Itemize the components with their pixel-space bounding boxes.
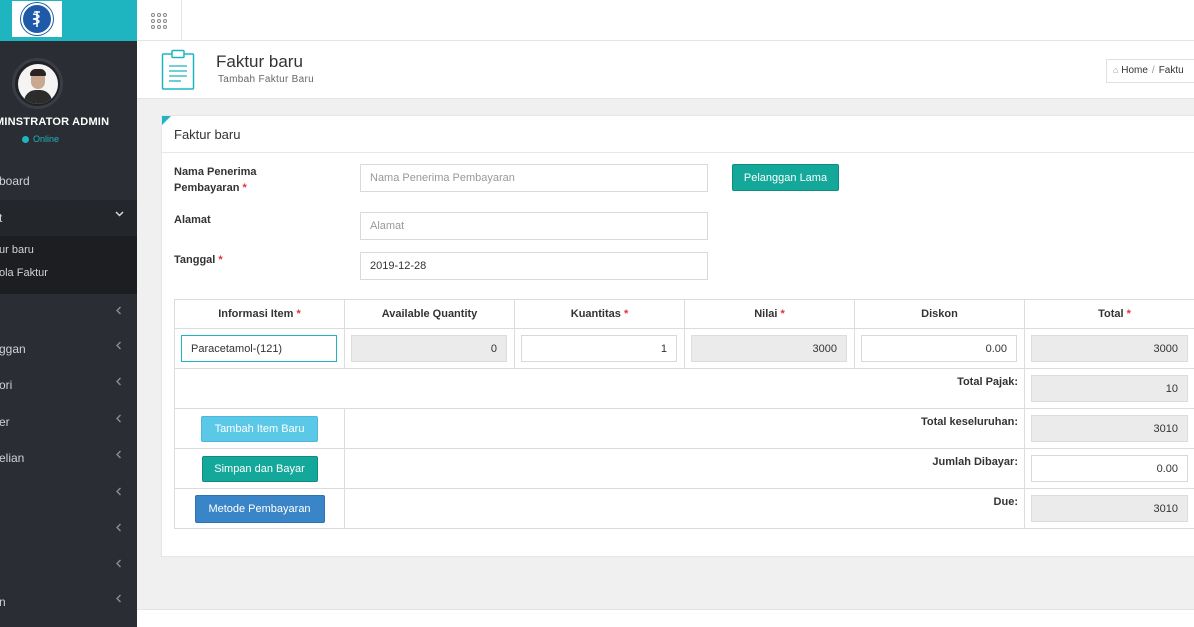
column-header-available-qty: Available Quantity	[344, 299, 515, 329]
breadcrumb-separator: /	[1151, 65, 1155, 76]
tax-label: Total Pajak:	[957, 376, 1018, 388]
chevron-left-icon	[115, 377, 123, 389]
row-total-field	[1031, 335, 1188, 362]
quantity-input[interactable]	[521, 335, 677, 362]
save-and-pay-button[interactable]: Simpan dan Bayar	[201, 455, 318, 482]
sidebar-item-label: n	[0, 595, 6, 609]
online-status: Online	[22, 134, 59, 144]
sidebar-item-supplier[interactable]: er	[0, 404, 137, 440]
paid-row: Simpan dan Bayar Jumlah Dibayar:	[174, 448, 1194, 489]
recipient-label-line2: Pembayaran	[174, 182, 240, 194]
grand-total-label: Total keseluruhan:	[921, 416, 1018, 428]
chevron-left-icon	[115, 414, 123, 426]
panel-title: Faktur baru	[174, 127, 241, 142]
date-label: Tanggal *	[174, 252, 223, 268]
sidebar-item-kategori[interactable]: ori	[0, 367, 137, 403]
sidebar-item-9[interactable]	[0, 513, 137, 549]
add-item-button[interactable]: Tambah Item Baru	[201, 415, 318, 442]
column-header-total: Total *	[1024, 299, 1194, 329]
tax-row: Total Pajak:	[174, 368, 1194, 409]
available-quantity-field	[351, 335, 507, 362]
recipient-label: Nama Penerima Pembayaran *	[174, 164, 257, 196]
sidebar-item-label: t	[0, 211, 3, 225]
chevron-down-icon	[115, 209, 124, 221]
payment-method-button[interactable]: Metode Pembayaran	[194, 494, 325, 523]
column-header-value: Nilai *	[684, 299, 855, 329]
panel-divider	[162, 152, 1194, 153]
chevron-left-icon	[115, 306, 123, 318]
clipboard-icon	[161, 49, 195, 94]
submenu-item-new-invoice[interactable]: ur baru	[0, 244, 34, 256]
sidebar-item-faktur[interactable]: t	[0, 200, 137, 236]
grid-icon	[151, 12, 167, 29]
sidebar-item-label: elian	[0, 451, 25, 465]
sidebar-submenu: ur baru ola Faktur	[0, 236, 137, 294]
items-table: Informasi Item * Available Quantity Kuan…	[174, 299, 1194, 529]
chevron-left-icon	[115, 450, 123, 462]
submenu-item-manage-invoice[interactable]: ola Faktur	[0, 267, 48, 279]
date-input[interactable]	[360, 252, 708, 280]
sidebar-item-pembelian[interactable]: elian	[0, 440, 137, 476]
discount-input[interactable]	[861, 335, 1017, 362]
recipient-name-input[interactable]	[360, 164, 708, 192]
sidebar-item-pelanggan[interactable]: ggan	[0, 331, 137, 367]
due-label: Due:	[993, 496, 1018, 508]
date-label-text: Tanggal	[174, 254, 216, 266]
page-title: Faktur baru	[216, 52, 303, 71]
required-mark: *	[242, 182, 247, 194]
breadcrumb: ⌂ Home / Faktu	[1106, 59, 1194, 83]
user-profile: MINSTRATOR ADMIN Online	[0, 41, 137, 159]
sidebar-item-10[interactable]	[0, 549, 137, 585]
due-row: Metode Pembayaran Due:	[174, 488, 1194, 529]
chevron-left-icon	[115, 523, 123, 535]
address-input[interactable]	[360, 212, 708, 240]
table-row	[174, 328, 1194, 369]
paid-label: Jumlah Dibayar:	[932, 456, 1018, 468]
admin-name: MINSTRATOR ADMIN	[0, 116, 110, 128]
status-label: Online	[33, 134, 60, 144]
panel-corner-accent	[162, 116, 171, 125]
sidebar: MINSTRATOR ADMIN Online board t ur baru …	[0, 0, 137, 627]
sidebar-item-label: board	[0, 174, 30, 188]
avatar[interactable]	[12, 58, 63, 109]
breadcrumb-current: Faktu	[1158, 65, 1184, 76]
footer	[137, 609, 1194, 627]
sidebar-item-label: er	[0, 415, 10, 429]
column-header-discount: Diskon	[854, 299, 1025, 329]
sidebar-item-label: ggan	[0, 342, 26, 356]
home-icon: ⌂	[1113, 65, 1119, 75]
tax-total-field	[1031, 375, 1188, 402]
status-dot-icon	[22, 135, 29, 143]
breadcrumb-home[interactable]: Home	[1121, 65, 1148, 76]
required-mark: *	[218, 254, 223, 266]
column-header-quantity: Kuantitas *	[514, 299, 685, 329]
chevron-left-icon	[115, 594, 123, 606]
chevron-left-icon	[115, 487, 123, 499]
app-logo[interactable]	[12, 1, 62, 37]
page-header: Faktur baru Tambah Faktur Baru ⌂ Home / Fa…	[137, 41, 1194, 99]
sidebar-item-dashboard[interactable]: board	[0, 163, 137, 199]
address-label: Alamat	[174, 214, 211, 226]
logo-bar	[0, 0, 137, 41]
due-field	[1031, 495, 1188, 522]
item-info-input[interactable]	[181, 335, 337, 362]
chevron-left-icon	[115, 559, 123, 571]
value-field	[691, 335, 847, 362]
sidebar-item-8[interactable]	[0, 477, 137, 513]
top-bar	[137, 0, 1194, 41]
chevron-left-icon	[115, 341, 123, 353]
sidebar-item-11[interactable]: n	[0, 584, 137, 620]
pharmacy-logo-icon	[21, 3, 53, 35]
grand-total-row: Tambah Item Baru Total keseluruhan:	[174, 408, 1194, 449]
recipient-label-line1: Nama Penerima	[174, 166, 257, 178]
old-customer-button[interactable]: Pelanggan Lama	[732, 164, 839, 191]
grand-total-field	[1031, 415, 1188, 442]
table-header-row: Informasi Item * Available Quantity Kuan…	[174, 299, 1194, 329]
amount-paid-input[interactable]	[1031, 455, 1188, 482]
column-header-item-info: Informasi Item *	[174, 299, 345, 329]
sidebar-item-label: ori	[0, 378, 13, 392]
sidebar-item-3[interactable]	[0, 296, 137, 332]
apps-menu-button[interactable]	[137, 0, 182, 41]
page-subtitle: Tambah Faktur Baru	[218, 74, 314, 85]
